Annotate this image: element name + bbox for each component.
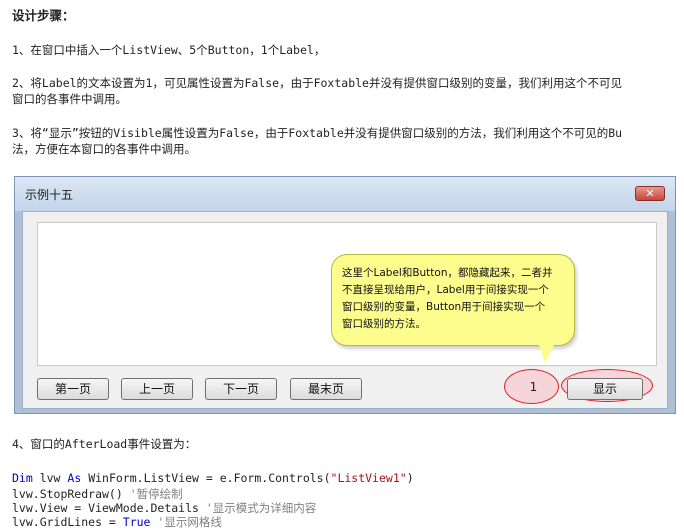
- window-client-area: 这里个Label和Button，都隐藏起来，二者并 不直接呈现给用户，Label…: [22, 211, 668, 409]
- step-4-text: 4、窗口的AfterLoad事件设置为：: [12, 437, 197, 451]
- code-keyword: True: [122, 515, 151, 529]
- code-text: lvw.StopRedraw(): [12, 487, 130, 501]
- code-text: lvw.View = ViewMode.Details: [12, 501, 206, 515]
- code-comment: '显示网格线: [150, 515, 222, 529]
- callout-text: 这里个Label和Button，都隐藏起来，二者并 不直接呈现给用户，Label…: [342, 267, 553, 330]
- step-3-text-line-1: 3、将“显示”按钮的Visible属性设置为False，由于Foxtable并没…: [12, 126, 623, 140]
- step-2-text-line-2: 窗口的各事件中调用。: [12, 92, 127, 106]
- code-string: "ListView1": [330, 471, 407, 485]
- step-2-text-line-1: 2、将Label的文本设置为1，可见属性设置为False，由于Foxtable并…: [12, 76, 622, 90]
- close-icon[interactable]: ✕: [635, 186, 665, 201]
- next-page-button[interactable]: 下一页: [205, 378, 277, 400]
- code-comment: '显示模式为详细内容: [205, 501, 317, 515]
- doc-heading: 设计步骤：: [12, 8, 75, 23]
- code-line-1: Dim lvw As WinForm.ListView = e.Form.Con…: [12, 470, 414, 486]
- step-1-text: 1、在窗口中插入一个ListView、5个Button，1个Label，: [12, 43, 326, 57]
- prev-page-button[interactable]: 上一页: [121, 378, 193, 400]
- code-comment: '暂停绘制: [129, 487, 183, 501]
- window-title: 示例十五: [25, 188, 74, 202]
- hidden-label: 1: [529, 380, 538, 394]
- code-keyword: Dim: [12, 471, 33, 485]
- last-page-button[interactable]: 最末页: [290, 378, 362, 400]
- code-text: ): [406, 471, 414, 485]
- code-text: lvw.GridLines =: [12, 515, 123, 529]
- window-screenshot: 示例十五 ✕ 这里个Label和Button，都隐藏起来，二者并 不直接呈现给用…: [14, 176, 676, 414]
- code-keyword: As: [67, 471, 82, 485]
- callout-tail: [539, 345, 554, 363]
- show-button[interactable]: 显示: [567, 378, 643, 400]
- first-page-button[interactable]: 第一页: [37, 378, 109, 400]
- window-titlebar: 示例十五 ✕: [15, 177, 675, 211]
- code-text: WinForm.ListView = e.Form.Controls(: [81, 471, 331, 485]
- callout-note: 这里个Label和Button，都隐藏起来，二者并 不直接呈现给用户，Label…: [331, 254, 575, 346]
- code-text: lvw: [32, 471, 68, 485]
- step-3-text-line-2: 法，方便在本窗口的各事件中调用。: [12, 142, 196, 156]
